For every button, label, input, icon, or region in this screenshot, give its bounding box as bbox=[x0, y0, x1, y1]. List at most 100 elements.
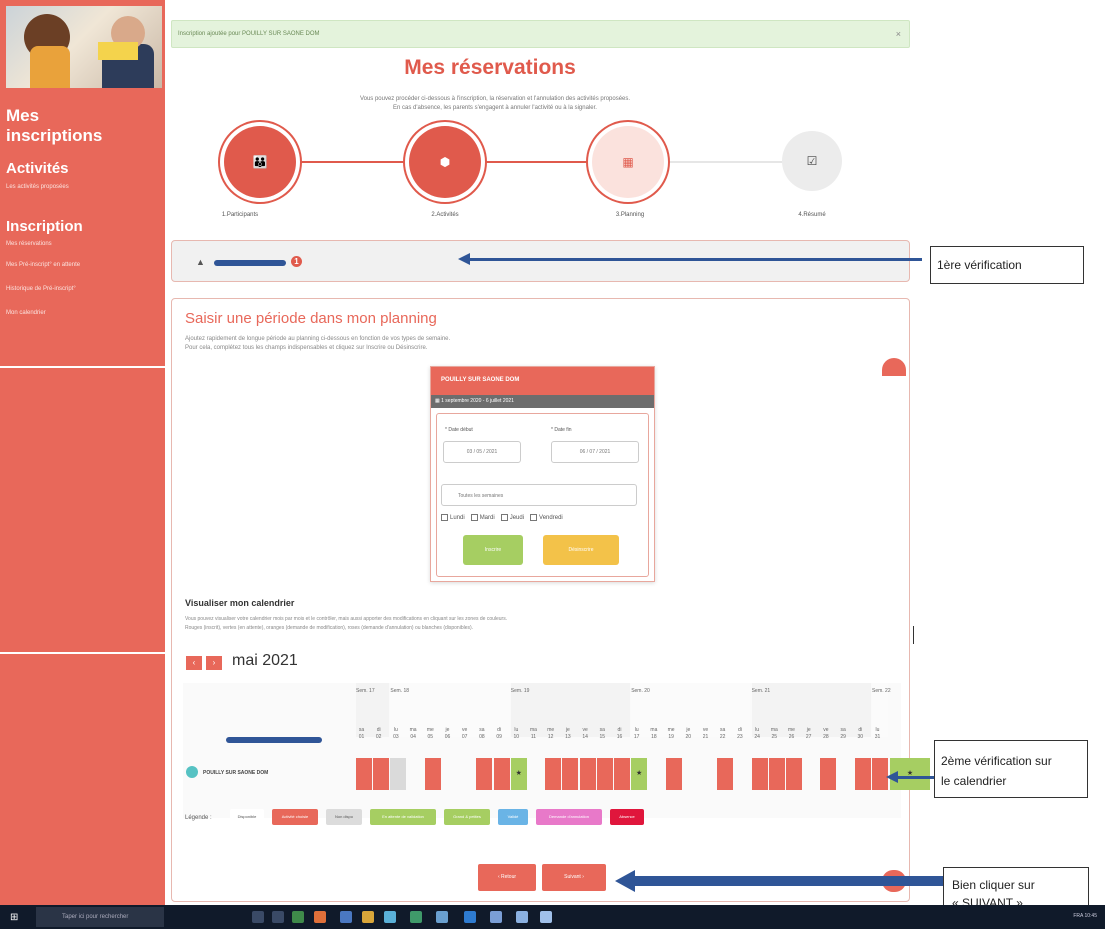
prev-month-button[interactable]: ‹ bbox=[186, 656, 202, 670]
calendar-day-cell[interactable] bbox=[665, 758, 682, 790]
checkbox-mardi[interactable]: Mardi bbox=[470, 514, 495, 521]
calendar-day-cell[interactable] bbox=[373, 758, 390, 790]
windows-start-icon[interactable]: ⊞ bbox=[10, 912, 18, 923]
calendar-day-cell[interactable] bbox=[424, 758, 441, 790]
saisir-title: Saisir une période dans mon planning bbox=[185, 310, 437, 327]
calendar-day-cell[interactable] bbox=[751, 758, 768, 790]
app-icon[interactable] bbox=[292, 911, 304, 923]
date-debut-input[interactable]: 03 / 05 / 2021 bbox=[443, 441, 521, 463]
calendar-day-cell[interactable] bbox=[579, 758, 596, 790]
app-icon[interactable] bbox=[516, 911, 528, 923]
app-icon[interactable] bbox=[436, 911, 448, 923]
calendar-icon: ▦ bbox=[622, 155, 634, 169]
calendar-title: Visualiser mon calendrier bbox=[185, 598, 295, 608]
annotation-first-check: 1ère vérification bbox=[930, 246, 1084, 284]
week-type-select[interactable]: Toutes les semaines bbox=[441, 484, 637, 506]
sidebar-link-mes-reservations[interactable]: Mes réservations bbox=[6, 241, 52, 247]
week-label: Sem. 18 bbox=[390, 688, 410, 694]
calendar-row-label: POUILLY SUR SAONE DOM bbox=[203, 770, 269, 776]
form-period: ▦ 1 septembre 2020 - 6 juillet 2021 bbox=[431, 395, 654, 408]
week-label: Sem. 17 bbox=[356, 688, 375, 694]
calendar-day-cell[interactable] bbox=[596, 758, 613, 790]
app-icon[interactable] bbox=[464, 911, 476, 923]
legend-item: Activité choisie bbox=[272, 809, 318, 825]
checkbox-vendredi[interactable]: Vendredi bbox=[530, 514, 563, 521]
sidebar-link-activites-proposees[interactable]: Les activités proposées bbox=[6, 184, 69, 190]
day-header: lu 10 bbox=[513, 727, 520, 740]
app-icon[interactable] bbox=[384, 911, 396, 923]
date-fin-label: * Date fin bbox=[551, 427, 572, 433]
cortana-icon[interactable] bbox=[252, 911, 264, 923]
firefox-icon[interactable] bbox=[314, 911, 326, 923]
participant-count-badge: 1 bbox=[291, 256, 302, 267]
retour-button[interactable]: ‹ Retour bbox=[478, 864, 536, 891]
day-header: di 02 bbox=[375, 727, 382, 740]
legend-item: Validé bbox=[498, 809, 528, 825]
sidebar-link-pre-inscriptions[interactable]: Mes Pré-inscript° en attente bbox=[6, 262, 80, 268]
app-icon[interactable] bbox=[490, 911, 502, 923]
system-tray[interactable]: FRA 10:45 bbox=[1073, 913, 1097, 919]
checklist-icon: ☑ bbox=[806, 154, 818, 168]
folder-icon[interactable] bbox=[362, 911, 374, 923]
calendar-day-cell[interactable] bbox=[356, 758, 372, 790]
close-icon[interactable]: × bbox=[896, 29, 901, 39]
calendar-day-cell[interactable] bbox=[545, 758, 562, 790]
calendar-description: Vous pouvez visualiser votre calendrier … bbox=[185, 616, 508, 622]
day-header: ve 07 bbox=[461, 727, 468, 740]
app-icon[interactable] bbox=[340, 911, 352, 923]
week-label: Sem. 20 bbox=[631, 688, 650, 694]
day-header: sa 29 bbox=[840, 727, 846, 740]
sidebar-link-historique[interactable]: Historique de Pré-inscript° bbox=[6, 286, 76, 292]
participant-bar[interactable]: ▲ 1 bbox=[171, 240, 910, 282]
sidebar-link-calendrier[interactable]: Mon calendrier bbox=[6, 310, 46, 316]
step-participants[interactable]: 👪 bbox=[224, 126, 296, 198]
scroll-top-button[interactable] bbox=[882, 358, 906, 376]
calendar-day-cell[interactable] bbox=[854, 758, 871, 790]
day-header: me 26 bbox=[788, 727, 795, 740]
step-activites[interactable]: ⬢ bbox=[409, 126, 481, 198]
day-header: ve 28 bbox=[823, 727, 829, 740]
app-icon[interactable] bbox=[410, 911, 422, 923]
checkbox-lundi[interactable]: Lundi bbox=[441, 514, 465, 521]
date-fin-input[interactable]: 06 / 07 / 2021 bbox=[551, 441, 639, 463]
page-title: Mes réservations bbox=[404, 56, 576, 79]
step-label: 2.Activités bbox=[431, 212, 459, 218]
calendar-day-cell[interactable] bbox=[476, 758, 493, 790]
day-header: ve 14 bbox=[582, 727, 588, 740]
checkbox-jeudi[interactable]: Jeudi bbox=[500, 514, 524, 521]
legend-title: Légende : bbox=[185, 815, 212, 821]
suivant-button[interactable]: Suivant › bbox=[542, 864, 606, 891]
calendar-day-cell[interactable] bbox=[562, 758, 579, 790]
step-resume[interactable]: ☑ bbox=[782, 131, 842, 191]
day-header: sa 15 bbox=[599, 727, 606, 740]
scrollbar[interactable] bbox=[913, 626, 914, 644]
step-planning[interactable]: ▦ bbox=[592, 126, 664, 198]
calendar-day-cell[interactable] bbox=[390, 758, 407, 790]
calendar-day-cell[interactable] bbox=[820, 758, 837, 790]
intro-text: En cas d'absence, les parents s'engagent… bbox=[393, 105, 597, 111]
next-month-button[interactable]: › bbox=[206, 656, 222, 670]
calendar-day-cell[interactable] bbox=[493, 758, 510, 790]
legend-item: Non dispo bbox=[326, 809, 362, 825]
calendar-day-cell[interactable] bbox=[717, 758, 734, 790]
legend-item: Demande d'annulation bbox=[536, 809, 602, 825]
day-header: lu 31 bbox=[874, 727, 881, 740]
calendar-day-cell[interactable] bbox=[768, 758, 785, 790]
day-header: sa 22 bbox=[719, 727, 726, 740]
annotation-arrow bbox=[898, 776, 934, 779]
calendar-day-cell[interactable]: ★ bbox=[631, 758, 648, 790]
task-view-icon[interactable] bbox=[272, 911, 284, 923]
inscrire-button[interactable]: Inscrire bbox=[463, 535, 523, 565]
legend-item: Disponible bbox=[230, 809, 264, 825]
calendar-day-cell[interactable] bbox=[786, 758, 802, 790]
sidebar-divider bbox=[0, 652, 165, 654]
sidebar-section-activites: Activités bbox=[6, 160, 69, 177]
calendar-day-cell[interactable] bbox=[614, 758, 630, 790]
app-icon[interactable] bbox=[540, 911, 552, 923]
collapse-arrow-icon[interactable]: ▲ bbox=[196, 257, 205, 267]
day-header: di 30 bbox=[857, 727, 864, 740]
taskbar-search[interactable]: Taper ici pour rechercher bbox=[36, 907, 164, 927]
desinscrire-button[interactable]: Désinscrire bbox=[543, 535, 619, 565]
sidebar: Mes inscriptions Activités Les activités… bbox=[0, 0, 165, 905]
calendar-day-cell[interactable]: ★ bbox=[510, 758, 527, 790]
